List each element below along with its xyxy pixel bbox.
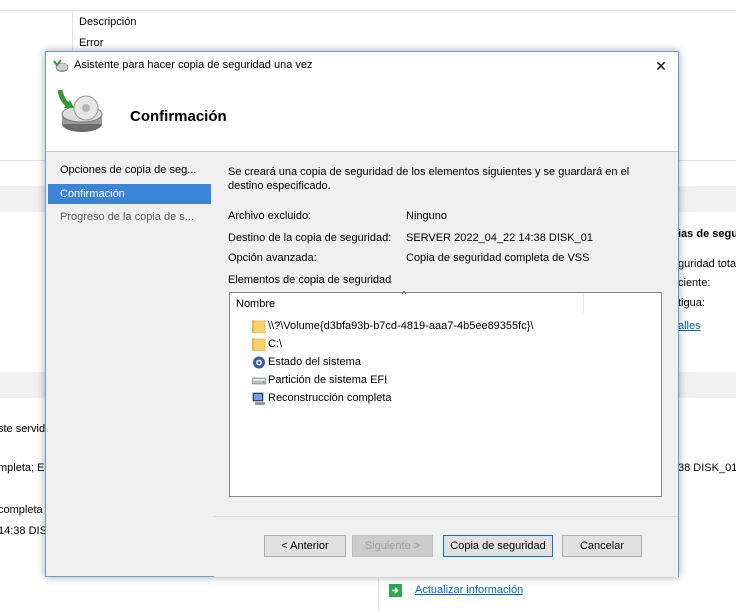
drive-icon: [251, 374, 267, 387]
backup-items-label: Elementos de copia de seguridad: [228, 274, 392, 286]
bg-details-link[interactable]: alles: [678, 320, 701, 332]
list-item-label: Reconstrucción completa: [268, 392, 392, 404]
backup-button[interactable]: Copia de seguridad: [443, 535, 553, 557]
bg-divider: [677, 160, 736, 161]
nav-item-backup-progress: Progreso de la copia de s...: [60, 211, 194, 223]
column-header-name[interactable]: Nombre ^: [230, 289, 584, 313]
list-item[interactable]: \\?\Volume{d3bfa93b-b7cd-4819-aaa7-4b5ee…: [251, 317, 534, 335]
back-button[interactable]: < Anterior: [264, 535, 346, 557]
bg-section-bar: [677, 186, 736, 212]
list-item-label: C:\: [268, 338, 283, 350]
list-item[interactable]: Reconstrucción completa: [252, 389, 392, 407]
sort-ascending-icon: ^: [402, 289, 407, 299]
excluded-file-label: Archivo excluido:: [228, 210, 312, 222]
bg-divider: [72, 10, 73, 52]
backup-destination-value: SERVER 2022_04_22 14:38 DISK_01: [406, 232, 593, 244]
wizard-button-bar: < Anterior Siguiente > Copia de segurida…: [214, 516, 678, 577]
list-item-label: Partición de sistema EFI: [268, 374, 388, 386]
backup-items-list[interactable]: Nombre ^ \\?\Volume{d3bfa93b-b7cd-4819-a…: [229, 289, 662, 497]
bg-section-bar: [0, 186, 45, 212]
bg-right-heading: ias de segu: [678, 228, 736, 240]
advanced-option-value: Copia de seguridad completa de VSS: [406, 252, 590, 264]
backup-once-wizard-dialog: Asistente para hacer copia de seguridad …: [45, 51, 679, 577]
bg-menu-item-error[interactable]: Error: [79, 37, 103, 49]
list-item-label: Estado del sistema: [268, 356, 361, 368]
bg-divider: [0, 160, 45, 161]
intro-text: Se creará una copia de seguridad de los …: [228, 166, 630, 192]
list-item-label: \\?\Volume{d3bfa93b-b7cd-4819-aaa7-4b5ee…: [268, 320, 534, 332]
nav-item-backup-options[interactable]: Opciones de copia de seg...: [48, 160, 211, 180]
bg-section-bar: [677, 372, 736, 398]
list-item[interactable]: Estado del sistema: [252, 353, 361, 371]
list-item[interactable]: C:\: [251, 335, 283, 353]
bg-left-text: completa: [0, 504, 43, 516]
column-header-label: Nombre: [236, 298, 276, 310]
bg-menu-item-description[interactable]: Descripción: [79, 16, 136, 28]
close-icon: ✕: [655, 58, 667, 74]
advanced-option-label: Opción avanzada:: [228, 252, 317, 264]
folder-icon: [251, 319, 266, 333]
nav-item-confirmation[interactable]: Confirmación: [48, 184, 211, 204]
backup-wizard-icon: [52, 86, 104, 136]
bg-left-text: mpleta; Es: [0, 462, 50, 474]
computer-icon: [252, 392, 266, 405]
bg-right-value: 38 DISK_01: [678, 462, 736, 474]
backup-destination-label: Destino de la copia de seguridad:: [228, 232, 392, 244]
confirmation-panel: Se creará una copia de seguridad de los …: [214, 152, 678, 516]
cancel-button[interactable]: Cancelar: [562, 535, 642, 557]
close-button[interactable]: ✕: [644, 52, 678, 80]
system-state-icon: [252, 356, 266, 369]
excluded-file-value: Ninguno: [406, 210, 447, 222]
title-bar[interactable]: Asistente para hacer copia de seguridad …: [46, 52, 678, 80]
bg-divider: [0, 10, 736, 11]
wizard-header: Confirmación: [46, 80, 678, 152]
dialog-title: Asistente para hacer copia de seguridad …: [74, 59, 313, 71]
refresh-icon: [389, 584, 402, 597]
page-title: Confirmación: [130, 108, 227, 125]
backup-app-icon: [53, 59, 69, 73]
bg-right-text: ciente:: [678, 277, 711, 289]
bg-divider: [378, 575, 379, 611]
bg-right-text: tigua:: [678, 297, 705, 309]
wizard-steps-nav: Opciones de copia de seg... Confirmación…: [46, 152, 214, 576]
bg-section-bar: [0, 372, 45, 398]
next-button: Siguiente >: [352, 535, 433, 557]
bg-left-text: ste servid: [0, 423, 46, 435]
folder-icon: [251, 337, 266, 351]
bg-right-text: guridad total: [678, 258, 736, 270]
refresh-link[interactable]: Actualizar información: [415, 584, 523, 596]
list-item[interactable]: Partición de sistema EFI: [251, 371, 388, 389]
